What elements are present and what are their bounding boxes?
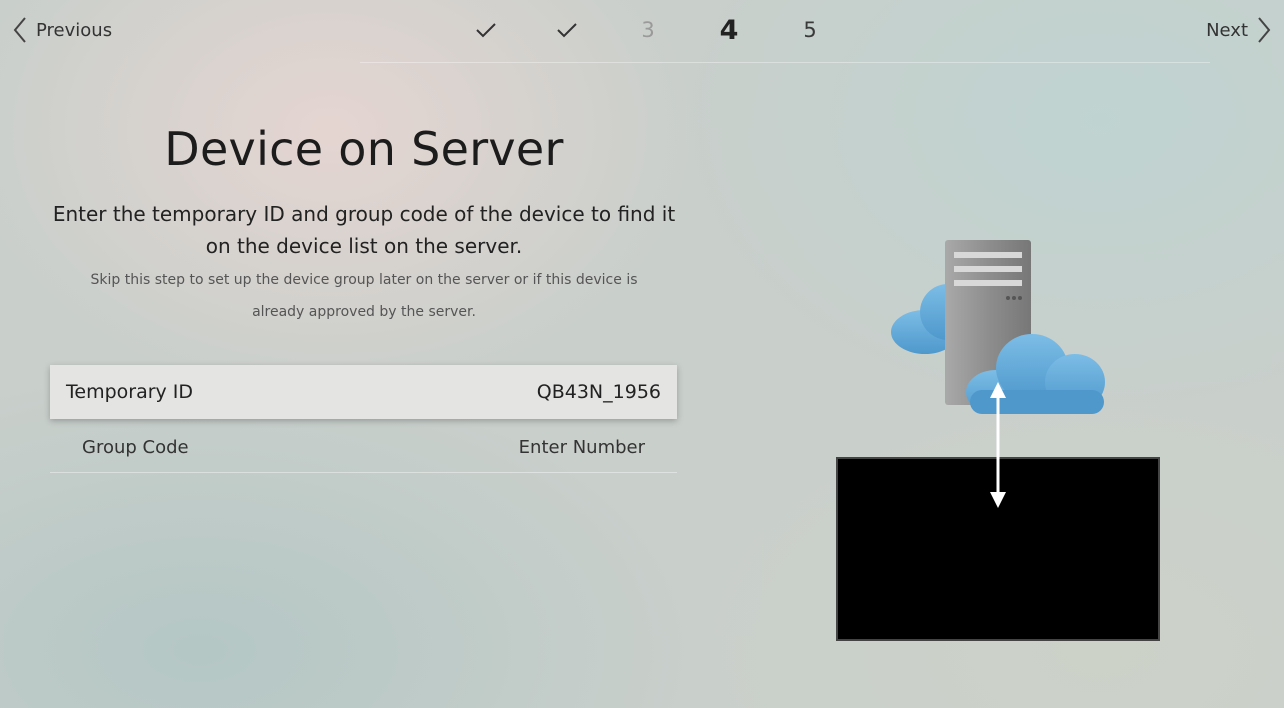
group-code-label: Group Code: [82, 436, 189, 458]
previous-label: Previous: [36, 19, 113, 41]
step-1-done: [446, 12, 526, 48]
hint-line-2: already approved by the server.: [252, 304, 476, 320]
group-code-field[interactable]: Group Code Enter Number: [50, 422, 677, 472]
server-connection-illustration: [836, 240, 1160, 641]
next-button[interactable]: Next: [1206, 14, 1272, 46]
step-4-current: 4: [719, 14, 739, 46]
previous-button[interactable]: Previous: [12, 14, 112, 46]
top-navigation-bar: Previous 3 4 5 Next: [0, 0, 1284, 62]
page-description: Enter the temporary ID and group code of…: [40, 198, 688, 262]
temporary-id-label: Temporary ID: [66, 381, 194, 403]
field-divider: [50, 472, 677, 473]
group-code-placeholder: Enter Number: [518, 436, 645, 458]
next-label: Next: [1206, 19, 1248, 41]
page-title: Device on Server: [164, 122, 564, 176]
temporary-id-value: QB43N_1956: [536, 381, 661, 403]
description-line-1: Enter the temporary ID and group code of…: [52, 202, 676, 226]
temporary-id-field[interactable]: Temporary ID QB43N_1956: [50, 365, 677, 419]
page-hint: Skip this step to set up the device grou…: [40, 264, 688, 328]
step-indicator: 3 4 5: [446, 12, 850, 48]
description-line-2: on the device list on the server.: [205, 234, 523, 258]
step-2-done: [527, 12, 607, 48]
chevron-right-icon: [1258, 17, 1271, 43]
step-3: 3: [641, 18, 655, 42]
top-divider: [360, 62, 1210, 63]
checkmark-icon: [557, 23, 577, 38]
chevron-left-icon: [13, 17, 26, 43]
hint-line-1: Skip this step to set up the device grou…: [90, 272, 638, 288]
step-5: 5: [803, 18, 817, 42]
checkmark-icon: [476, 23, 496, 38]
